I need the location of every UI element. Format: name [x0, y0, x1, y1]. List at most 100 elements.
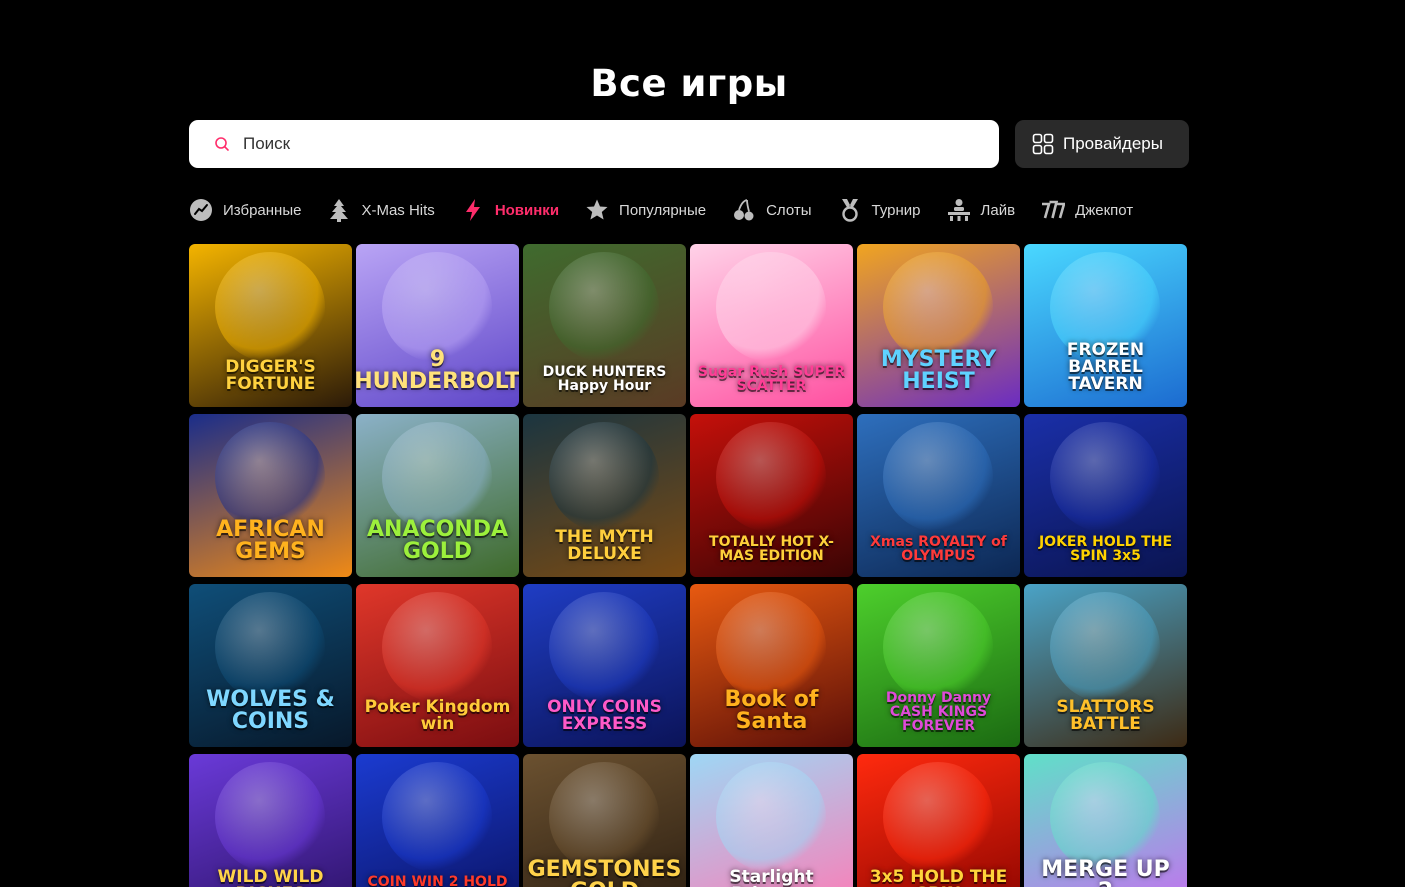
game-title: ONLY COINS EXPRESS: [547, 697, 662, 734]
game-artwork: [382, 252, 492, 362]
game-tile[interactable]: Donny Danny CASH KINGS FOREVER: [857, 584, 1020, 747]
game-tile[interactable]: AFRICAN GEMS: [189, 414, 352, 577]
star-icon: [585, 198, 609, 222]
game-tile[interactable]: SLATTORS BATTLE: [1024, 584, 1187, 747]
game-title: DUCK HUNTERS Happy Hour: [542, 364, 667, 394]
game-tile[interactable]: Book of Santa: [690, 584, 853, 747]
game-title: Book of Santa: [724, 687, 819, 734]
providers-button[interactable]: Провайдеры: [1015, 120, 1189, 168]
game-title: MYSTERY HEIST: [880, 347, 997, 394]
game-title: WILD WILD RICHES: [217, 867, 324, 887]
game-artwork: [883, 592, 993, 702]
providers-label: Провайдеры: [1063, 134, 1163, 153]
category-popular[interactable]: Популярные: [585, 198, 706, 222]
category-tournament[interactable]: Турнир: [838, 198, 921, 222]
game-title: FROZEN BARREL TAVERN: [1066, 340, 1145, 394]
category-label: Избранные: [223, 201, 302, 219]
category-label: Лайв: [980, 201, 1016, 219]
game-title: WOLVES & COINS: [206, 687, 335, 734]
game-tile[interactable]: TOTALLY HOT X-MAS EDITION: [690, 414, 853, 577]
game-tile[interactable]: JOKER HOLD THE SPIN 3x5: [1024, 414, 1187, 577]
category-label: Турнир: [871, 201, 921, 219]
grid-icon: [1032, 133, 1054, 155]
medal-icon: [838, 198, 862, 222]
category-favorites[interactable]: Избранные: [189, 198, 301, 222]
game-tile[interactable]: Xmas ROYALTY of OLYMPUS: [857, 414, 1020, 577]
search-bar[interactable]: [189, 120, 999, 168]
christmas-tree-icon: [327, 198, 351, 222]
game-tile[interactable]: WILD WILD RICHES: [189, 754, 352, 887]
game-tile[interactable]: ONLY COINS EXPRESS: [523, 584, 686, 747]
game-tile[interactable]: FROZEN BARREL TAVERN: [1024, 244, 1187, 407]
game-title: Poker Kingdom win: [364, 697, 511, 734]
game-title: 9 THUNDERBOLTS: [356, 347, 519, 394]
category-label: X-Mas Hits: [361, 201, 435, 219]
favorites-icon: [189, 198, 213, 222]
game-artwork: [382, 422, 492, 532]
category-xmas-hits[interactable]: X-Mas Hits: [327, 198, 435, 222]
search-input[interactable]: [243, 134, 943, 154]
game-title: DIGGER'S FORTUNE: [225, 357, 316, 394]
games-grid: DIGGER'S FORTUNE 9 THUNDERBOLTS DUCK HUNTE…: [189, 244, 1187, 887]
category-slots[interactable]: Слоты: [732, 198, 812, 222]
game-artwork: [549, 592, 659, 702]
category-jackpot[interactable]: Джекпот: [1041, 198, 1133, 222]
page-title: Все игры: [590, 62, 788, 105]
game-title: SLATTORS BATTLE: [1056, 697, 1155, 734]
game-title: MERGE UP 2: [1041, 857, 1170, 887]
category-new[interactable]: Новинки: [461, 198, 559, 222]
jackpot-777-icon: [1041, 198, 1066, 222]
game-artwork: [1050, 762, 1160, 872]
game-artwork: [1050, 592, 1160, 702]
game-artwork: [716, 252, 826, 362]
game-artwork: [549, 252, 659, 362]
category-live[interactable]: Лайв: [947, 198, 1016, 222]
game-artwork: [215, 252, 325, 362]
category-label: Новинки: [494, 201, 560, 219]
game-tile[interactable]: Poker Kingdom win: [356, 584, 519, 747]
game-title: AFRICAN GEMS: [216, 517, 325, 564]
game-artwork: [382, 592, 492, 702]
game-artwork: [215, 592, 325, 702]
category-label: Популярные: [619, 201, 707, 219]
game-tile[interactable]: MERGE UP 2: [1024, 754, 1187, 887]
game-tile[interactable]: Sugar Rush SUPER SCATTER: [690, 244, 853, 407]
game-artwork: [549, 422, 659, 532]
game-tile[interactable]: DIGGER'S FORTUNE: [189, 244, 352, 407]
game-artwork: [883, 762, 993, 872]
game-tile[interactable]: DUCK HUNTERS Happy Hour: [523, 244, 686, 407]
game-title: JOKER HOLD THE SPIN 3x5: [1038, 534, 1173, 564]
game-artwork: [215, 762, 325, 872]
game-title: TOTALLY HOT X-MAS EDITION: [709, 534, 834, 564]
game-tile[interactable]: GEMSTONES GOLD: [523, 754, 686, 887]
game-tile[interactable]: COIN WIN 2 HOLD THE SPIN: [356, 754, 519, 887]
game-artwork: [382, 762, 492, 872]
game-tile[interactable]: MYSTERY HEIST: [857, 244, 1020, 407]
game-artwork: [1050, 422, 1160, 532]
game-title: GEMSTONES GOLD: [527, 857, 682, 887]
game-artwork: [716, 422, 826, 532]
game-artwork: [883, 422, 993, 532]
game-tile[interactable]: Starlight Princess: [690, 754, 853, 887]
game-title: Starlight Princess: [729, 867, 814, 887]
game-artwork: [716, 592, 826, 702]
game-title: ANACONDA GOLD: [366, 517, 508, 564]
game-artwork: [215, 422, 325, 532]
game-title: Donny Danny CASH KINGS FOREVER: [885, 690, 992, 734]
dealer-icon: [947, 198, 971, 222]
cherries-icon: [732, 198, 756, 222]
game-title: Xmas ROYALTY of OLYMPUS: [870, 534, 1007, 564]
game-tile[interactable]: THE MYTH DELUXE: [523, 414, 686, 577]
game-tile[interactable]: WOLVES & COINS: [189, 584, 352, 747]
game-artwork: [549, 762, 659, 872]
game-title: 3x5 HOLD THE SPIN: [869, 867, 1008, 887]
category-nav: Избранные X-Mas Hits Новинки Популярные …: [189, 196, 1159, 224]
game-title: Sugar Rush SUPER SCATTER: [697, 364, 846, 394]
game-tile[interactable]: 3x5 HOLD THE SPIN: [857, 754, 1020, 887]
game-artwork: [883, 252, 993, 362]
game-tile[interactable]: ANACONDA GOLD: [356, 414, 519, 577]
game-title: COIN WIN 2 HOLD THE SPIN: [367, 874, 508, 887]
search-icon: [215, 137, 229, 151]
game-tile[interactable]: 9 THUNDERBOLTS: [356, 244, 519, 407]
lightning-icon: [461, 198, 485, 222]
